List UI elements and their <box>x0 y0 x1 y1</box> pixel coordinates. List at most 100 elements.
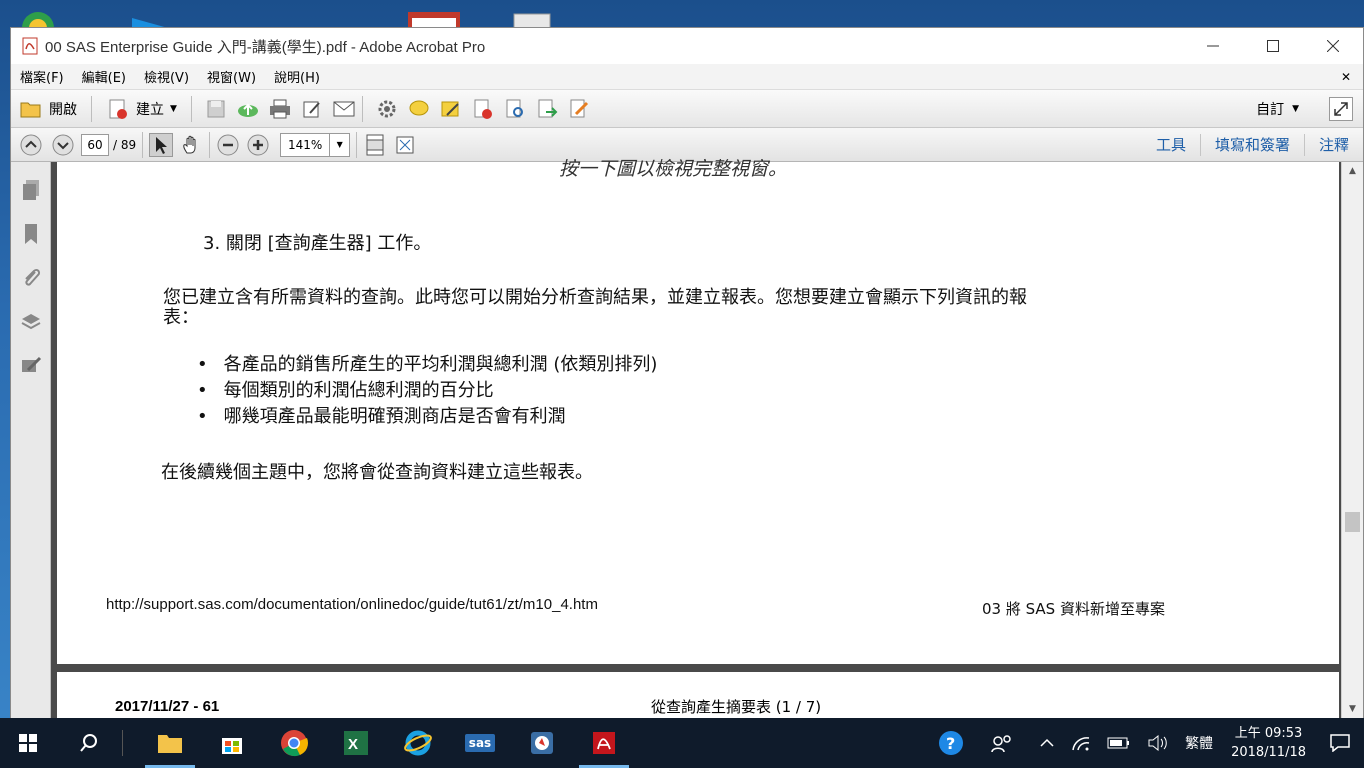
system-tray: ? 繁體 上午 09:53 2018/11/18 <box>929 718 1364 768</box>
tools-link[interactable]: 工具 <box>1142 134 1200 155</box>
menu-file[interactable]: 檔案(F) <box>11 67 73 86</box>
windows-logo-icon <box>19 734 37 752</box>
search-button[interactable] <box>56 718 122 768</box>
main-toolbar: 開啟 建立 ▼ 自訂 ▼ <box>11 90 1363 128</box>
close-button[interactable] <box>1303 28 1363 64</box>
open-button[interactable]: 開啟 <box>11 94 85 124</box>
sign-page-icon[interactable] <box>567 97 591 121</box>
scroll-down-arrow-icon[interactable]: ▼ <box>1342 704 1363 714</box>
edit-icon[interactable] <box>300 97 324 121</box>
paragraph-line-1: 您已建立含有所需資料的查詢。此時您可以開始分析查詢結果，並建立報表。您想要建立會… <box>163 287 1027 308</box>
zoom-out-icon[interactable] <box>216 133 240 157</box>
menu-edit[interactable]: 編輯(E) <box>73 67 135 86</box>
search-icon <box>80 734 97 752</box>
list-item: • 各產品的銷售所產生的平均利潤與總利潤 (依類別排列) <box>197 352 657 378</box>
minimize-button[interactable] <box>1183 28 1243 64</box>
pdf-app-icon <box>21 37 39 55</box>
start-button[interactable] <box>0 718 56 768</box>
menu-window[interactable]: 視窗(W) <box>198 67 265 86</box>
svg-text:?: ? <box>946 734 955 753</box>
email-icon[interactable] <box>332 97 356 121</box>
footer-url: http://support.sas.com/documentation/onl… <box>106 596 598 613</box>
wifi-icon[interactable] <box>1063 735 1099 751</box>
battery-icon[interactable] <box>1099 737 1139 749</box>
menu-bar: 檔案(F) 編輯(E) 檢視(V) 視窗(W) 說明(H) ✕ <box>11 64 1363 90</box>
chrome-button[interactable] <box>263 718 325 768</box>
internet-explorer-button[interactable] <box>387 718 449 768</box>
expand-icon[interactable] <box>1329 96 1353 121</box>
excel-icon: X <box>344 731 368 755</box>
toolbar-separator <box>209 131 211 158</box>
hand-tool-icon[interactable] <box>179 133 203 157</box>
footer-section-title: 03 將 SAS 資料新增至專案 <box>982 600 1165 618</box>
next-page-title: 從查詢產生摘要表 (1 / 7) <box>651 698 822 716</box>
comment-icon[interactable] <box>407 97 431 121</box>
compass-app-button[interactable] <box>511 718 573 768</box>
title-bar: 00 SAS Enterprise Guide 入門-講義(學生).pdf - … <box>11 28 1363 64</box>
scroll-up-arrow-icon[interactable]: ▲ <box>1342 162 1363 180</box>
create-label: 建立 <box>136 101 164 118</box>
maximize-button[interactable] <box>1243 28 1303 64</box>
layers-icon[interactable] <box>11 300 51 344</box>
help-icon[interactable]: ? <box>929 729 973 757</box>
page-down-icon[interactable] <box>51 133 75 157</box>
delete-page-icon[interactable] <box>471 97 495 121</box>
internet-explorer-icon <box>404 730 432 756</box>
chrome-icon <box>281 730 308 757</box>
bullet-text: 各產品的銷售所產生的平均利潤與總利潤 (依類別排列) <box>223 354 658 375</box>
customize-dropdown[interactable]: 自訂 ▼ <box>1256 99 1299 119</box>
fill-sign-link[interactable]: 填寫和簽署 <box>1201 134 1304 155</box>
navigation-panel <box>11 162 51 718</box>
chevron-down-icon[interactable]: ▼ <box>329 133 349 156</box>
save-icon[interactable] <box>204 97 228 121</box>
paragraph-2: 在後續幾個主題中，您將會從查詢資料建立這些報表。 <box>161 462 593 483</box>
sas-button[interactable]: sas <box>449 718 511 768</box>
page-number-input[interactable]: 60 <box>81 133 109 156</box>
open-label: 開啟 <box>49 101 77 118</box>
store-button[interactable] <box>201 718 263 768</box>
customize-label: 自訂 <box>1256 101 1285 118</box>
comment-link[interactable]: 注釋 <box>1305 134 1363 155</box>
full-screen-icon[interactable] <box>393 133 417 157</box>
chevron-down-icon: ▼ <box>170 103 177 114</box>
gear-icon[interactable] <box>375 97 399 121</box>
taskbar-separator <box>122 730 123 756</box>
window-title: 00 SAS Enterprise Guide 入門-講義(學生).pdf - … <box>45 38 486 56</box>
export-page-icon[interactable] <box>535 97 559 121</box>
input-method-indicator[interactable]: 繁體 <box>1177 733 1221 753</box>
excel-button[interactable]: X <box>325 718 387 768</box>
vertical-scrollbar[interactable]: ▲ ▼ <box>1341 162 1363 718</box>
upload-cloud-icon[interactable] <box>236 97 260 121</box>
scroll-thumb[interactable] <box>1345 512 1360 532</box>
select-tool-icon[interactable] <box>149 132 174 157</box>
menu-view[interactable]: 檢視(V) <box>135 67 198 86</box>
close-document-icon[interactable]: ✕ <box>1341 70 1351 84</box>
acrobat-button[interactable] <box>573 718 635 768</box>
cut-off-caption: 按一下圖以檢視完整視窗。 <box>559 158 788 180</box>
zoom-in-icon[interactable] <box>246 133 270 157</box>
chevron-up-icon[interactable] <box>1031 738 1063 748</box>
list-item: • 每個類別的利潤佔總利潤的百分比 <box>197 378 657 404</box>
fit-page-icon[interactable] <box>363 133 387 157</box>
svg-text:X: X <box>348 736 358 753</box>
signature-icon[interactable] <box>11 344 51 388</box>
print-icon[interactable] <box>268 97 292 121</box>
clock[interactable]: 上午 09:53 2018/11/18 <box>1221 724 1316 762</box>
page-up-icon[interactable] <box>19 133 43 157</box>
volume-icon[interactable] <box>1139 735 1177 751</box>
search-page-icon[interactable] <box>503 97 527 121</box>
people-icon[interactable] <box>983 733 1021 753</box>
notification-icon[interactable] <box>1316 734 1364 752</box>
toolbar-separator <box>361 95 363 122</box>
file-explorer-button[interactable] <box>139 718 201 768</box>
menu-help[interactable]: 說明(H) <box>265 67 329 86</box>
bookmark-icon[interactable] <box>11 212 51 256</box>
create-button[interactable]: 建立 ▼ <box>98 94 185 124</box>
highlight-icon[interactable] <box>439 97 463 121</box>
attachment-icon[interactable] <box>11 256 51 300</box>
page-thumbnails-icon[interactable] <box>11 168 51 212</box>
zoom-select[interactable]: 141% ▼ <box>280 132 351 157</box>
compass-icon <box>531 732 553 754</box>
bullet-dot: • <box>197 380 208 401</box>
toolbar-separator <box>356 131 358 158</box>
